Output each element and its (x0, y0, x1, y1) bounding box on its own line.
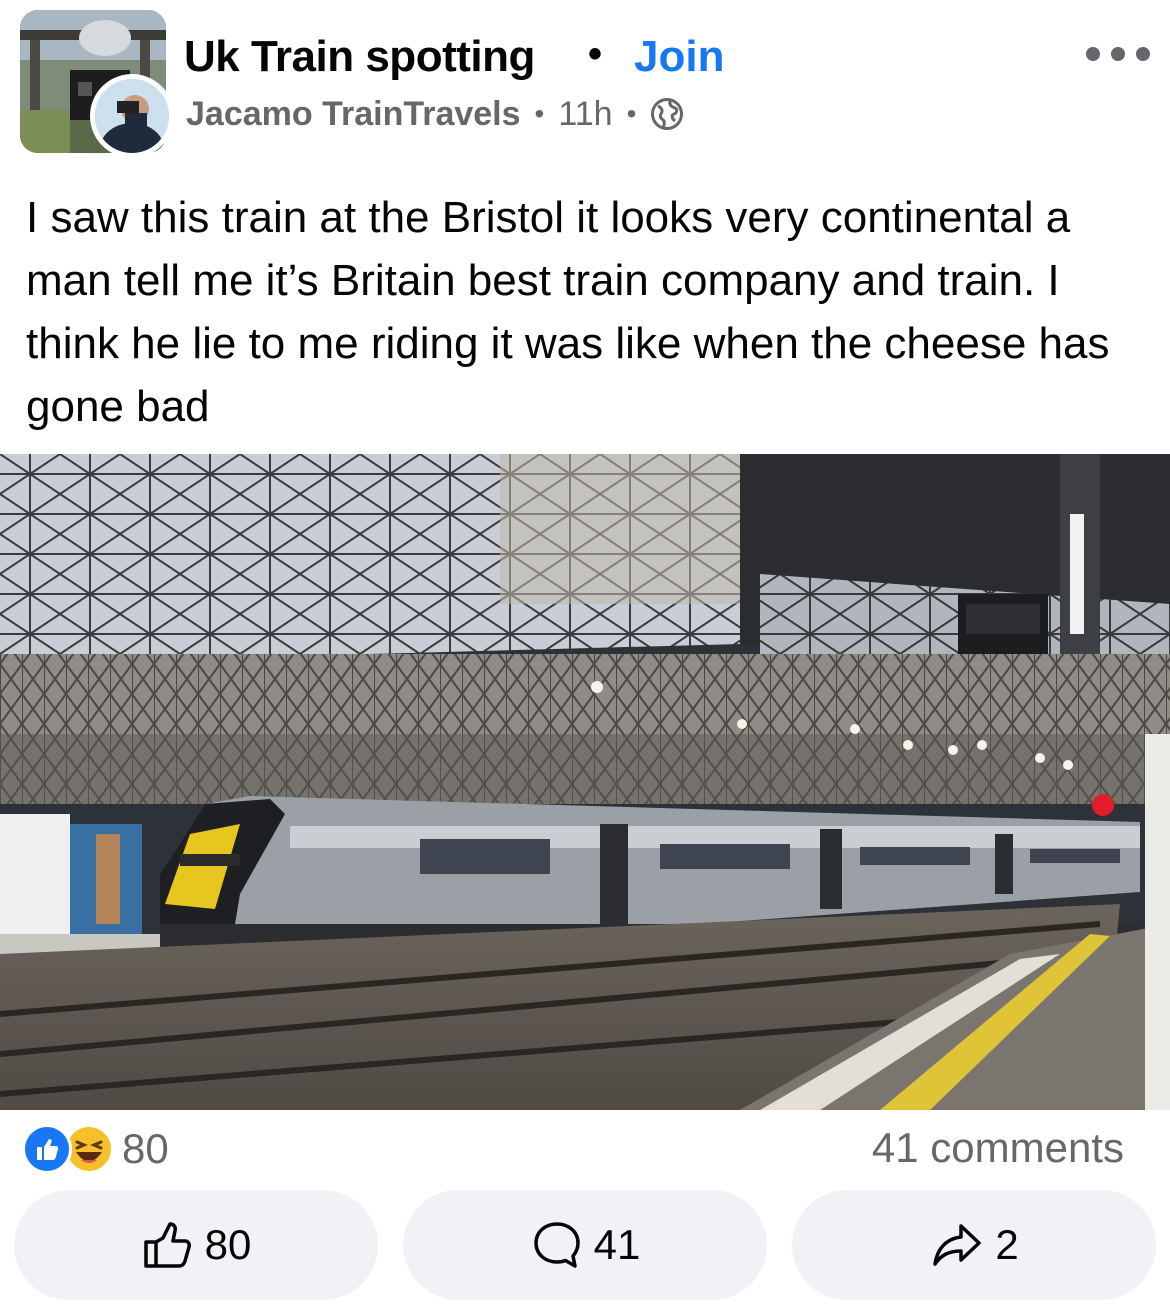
like-icon (143, 1222, 191, 1268)
comments-count-link[interactable]: 41 comments (872, 1124, 1124, 1172)
post-text: I saw this train at the Bristol it looks… (26, 193, 1110, 431)
thumbs-up-icon (37, 1139, 59, 1160)
more-dot (1136, 47, 1150, 61)
reactions-summary[interactable]: 80 (22, 1124, 169, 1174)
share-icon (933, 1224, 982, 1266)
author-avatar-image (95, 79, 169, 153)
join-button[interactable]: Join (634, 32, 724, 82)
like-count: 80 (204, 1221, 252, 1268)
share-button[interactable]: 2 (792, 1190, 1156, 1300)
author-name[interactable]: Jacamo TrainTravels (186, 95, 521, 134)
reaction-count: 80 (122, 1125, 169, 1172)
post-photo[interactable] (0, 454, 1170, 1110)
post-header: Uk Train spotting • Join Jacamo TrainTra… (0, 0, 1170, 170)
header-separator: • (588, 32, 603, 76)
meta-separator: • (626, 98, 637, 129)
group-name[interactable]: Uk Train spotting (184, 32, 535, 82)
meta-separator: • (534, 98, 545, 129)
train-station-image (0, 454, 1170, 1110)
more-dot (1111, 47, 1125, 61)
like-icon (22, 1124, 72, 1174)
author-avatar[interactable] (90, 74, 174, 158)
more-options-icon[interactable] (1086, 36, 1150, 72)
comment-button[interactable]: 41 (403, 1190, 767, 1300)
post-meta: Jacamo TrainTravels • 11h • (186, 92, 684, 136)
comment-count: 41 (593, 1221, 641, 1268)
share-count: 2 (995, 1221, 1019, 1268)
globe-icon (651, 98, 684, 130)
haha-face-icon (75, 1140, 103, 1163)
like-button[interactable]: 80 (14, 1190, 378, 1300)
more-dot (1086, 47, 1100, 61)
comment-icon (533, 1222, 580, 1268)
post-time[interactable]: 11h (558, 95, 612, 134)
